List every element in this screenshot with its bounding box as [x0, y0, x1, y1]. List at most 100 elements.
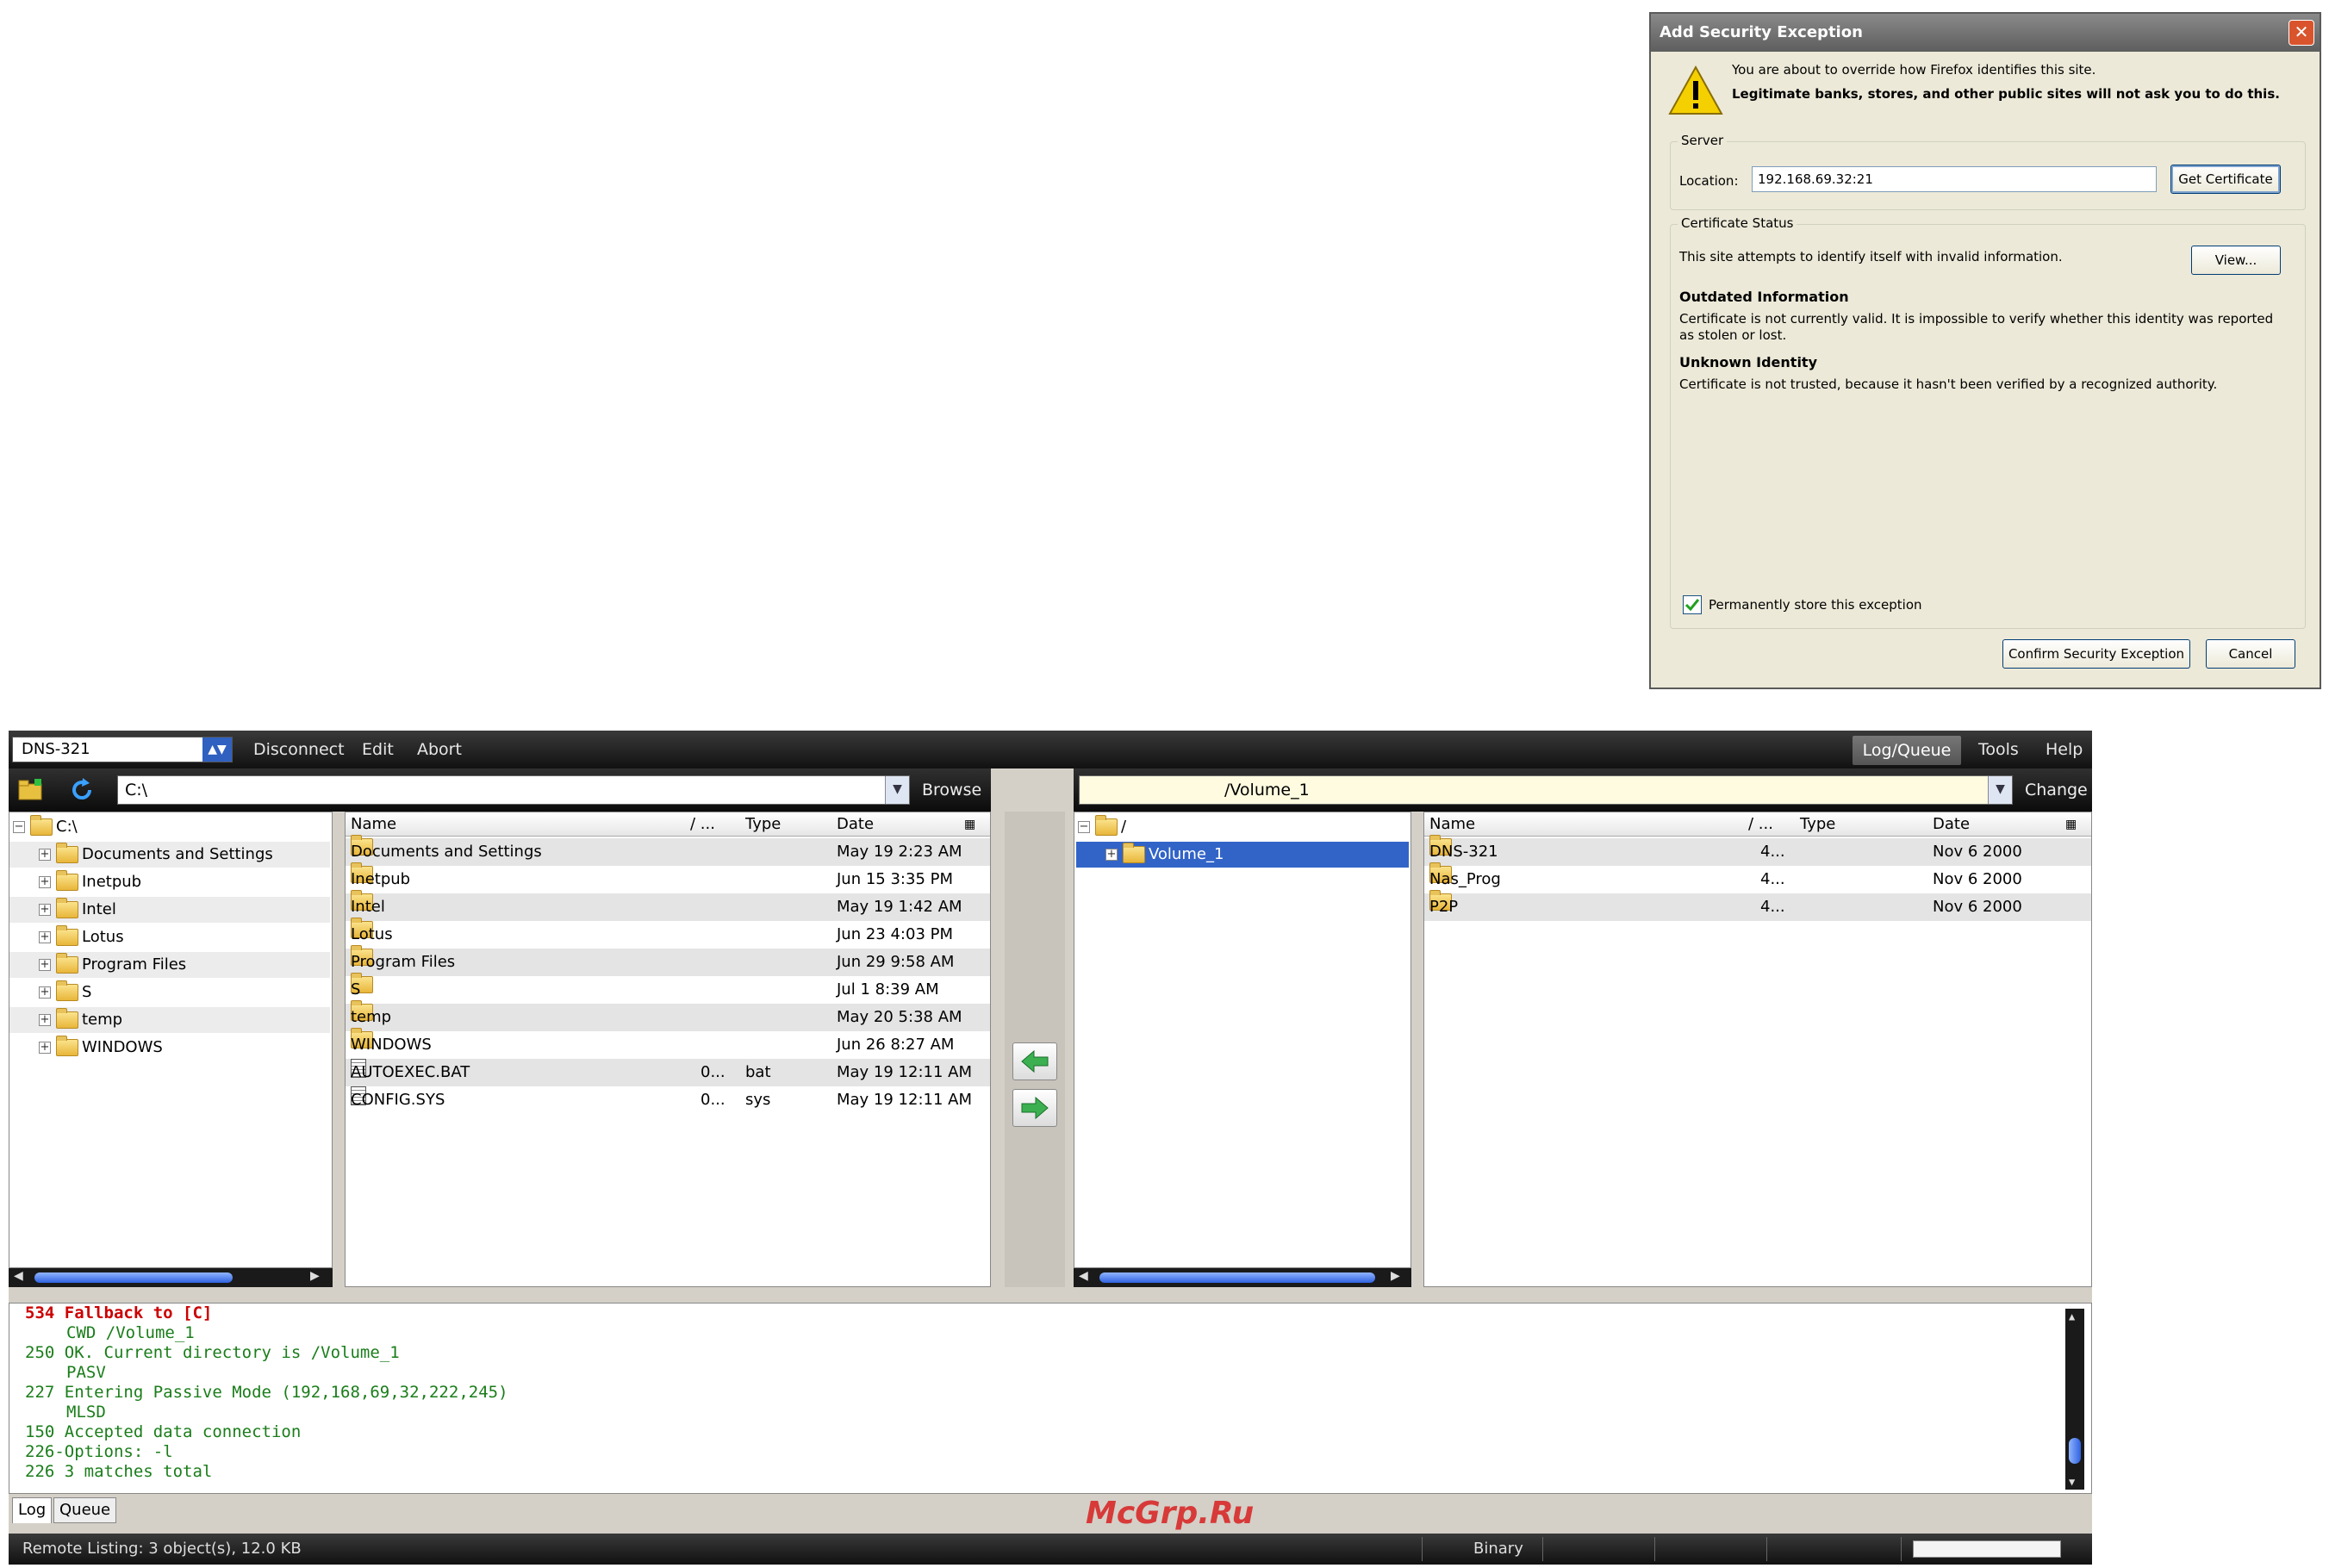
column-size[interactable]: / ... [1748, 812, 1773, 837]
column-name[interactable]: Name [1429, 812, 1475, 837]
tree-item[interactable]: + S [9, 980, 330, 1005]
table-row[interactable]: Lotus Jun 23 4:03 PM [346, 918, 990, 949]
expand-icon[interactable]: + [39, 986, 51, 999]
chevron-down-icon[interactable]: ▼ [885, 776, 909, 804]
column-type[interactable]: Type [1800, 812, 1835, 837]
refresh-icon[interactable] [69, 777, 95, 803]
log-line: CWD /Volume_1 [66, 1323, 195, 1342]
tree-item[interactable]: + temp [9, 1007, 330, 1033]
expand-icon[interactable]: + [39, 876, 51, 888]
file-type: bat [745, 1063, 771, 1081]
intro-text: You are about to override how Firefox id… [1732, 62, 2096, 78]
connection-select[interactable]: DNS-321 ▲▼ [12, 737, 233, 762]
expand-icon[interactable]: + [39, 931, 51, 943]
remote-file-list: Name / ... Type Date ▦ DNS-321 4... Nov 6 … [1423, 812, 2092, 1287]
file-date: May 20 5:38 AM [837, 1008, 962, 1026]
expand-icon[interactable]: + [39, 849, 51, 861]
table-row[interactable]: Intel May 19 1:42 AM [346, 890, 990, 921]
table-row[interactable]: P2P 4... Nov 6 2000 [1424, 890, 2091, 921]
new-folder-icon[interactable] [17, 777, 43, 801]
remote-path-input[interactable]: /Volume_1 ▼ [1079, 775, 2013, 805]
table-row[interactable]: Program Files Jun 29 9:58 AM [346, 945, 990, 976]
folder-icon [1095, 815, 1118, 836]
menu-help[interactable]: Help [2046, 740, 2083, 759]
permanent-checkbox[interactable] [1683, 595, 1702, 614]
get-certificate-button[interactable]: Get Certificate [2170, 165, 2281, 194]
file-date: Jun 15 3:35 PM [837, 870, 953, 888]
file-date: Jun 26 8:27 AM [837, 1036, 955, 1054]
close-icon[interactable]: ✕ [2289, 20, 2314, 46]
collapse-icon[interactable]: − [1078, 821, 1090, 833]
log-line: 250 OK. Current directory is /Volume_1 [25, 1343, 400, 1362]
collapse-icon[interactable]: − [13, 821, 25, 833]
tree-item[interactable]: + Program Files [9, 952, 330, 978]
file-size: 4... [1760, 870, 1785, 888]
folder-icon [1123, 843, 1145, 863]
tab-queue[interactable]: Queue [53, 1497, 117, 1523]
chevron-down-icon[interactable]: ▼ [1988, 776, 2012, 804]
local-path-input[interactable]: C:\ ▼ [117, 775, 910, 805]
upload-button[interactable] [1012, 1089, 1057, 1127]
expand-icon[interactable]: + [39, 1014, 51, 1026]
view-button[interactable]: View... [2191, 246, 2281, 275]
browse-button[interactable]: Browse [922, 781, 981, 800]
column-date[interactable]: Date [837, 812, 874, 837]
table-row[interactable]: Nas_Prog 4... Nov 6 2000 [1424, 862, 2091, 893]
table-row[interactable]: S Jul 1 8:39 AM [346, 973, 990, 1004]
table-row[interactable]: temp May 20 5:38 AM [346, 1000, 990, 1031]
download-button[interactable] [1012, 1042, 1057, 1080]
local-tree-scrollbar[interactable]: ◀ ▶ [9, 1268, 333, 1287]
menu-disconnect[interactable]: Disconnect [253, 740, 345, 759]
tree-item[interactable]: + Intel [9, 897, 330, 923]
local-path-bar: C:\ ▼ Browse [9, 768, 991, 812]
tree-item-remote-root[interactable]: − / [1078, 814, 1126, 840]
file-date: Nov 6 2000 [1933, 870, 2022, 888]
confirm-exception-button[interactable]: Confirm Security Exception [2002, 639, 2190, 669]
menu-abort[interactable]: Abort [417, 740, 462, 759]
tree-item[interactable]: + Documents and Settings [9, 842, 330, 868]
menu-edit[interactable]: Edit [362, 740, 394, 759]
cert-intro-text: This site attempts to identify itself wi… [1679, 249, 2063, 264]
chevron-down-icon[interactable]: ▲▼ [202, 737, 232, 762]
table-row[interactable]: CONFIG.SYS 0... sys May 19 12:11 AM [346, 1086, 990, 1114]
location-label: Location: [1679, 173, 1739, 189]
change-button[interactable]: Change [2025, 781, 2088, 800]
expand-icon[interactable]: + [1105, 849, 1118, 861]
status-text: Remote Listing: 3 object(s), 12.0 KB [22, 1540, 302, 1558]
remote-tree-scrollbar[interactable]: ◀ ▶ [1074, 1268, 1411, 1287]
column-chooser-icon[interactable]: ▦ [2065, 812, 2077, 837]
file-date: Jun 29 9:58 AM [837, 953, 955, 971]
table-row[interactable]: Inetpub Jun 15 3:35 PM [346, 862, 990, 893]
table-row[interactable]: Documents and Settings May 19 2:23 AM [346, 835, 990, 866]
tree-item-volume-1[interactable]: + Volume_1 [1076, 842, 1409, 868]
log-scrollbar[interactable]: ▲ ▼ [2065, 1309, 2084, 1490]
arrow-left-icon [1021, 1049, 1049, 1073]
column-type[interactable]: Type [745, 812, 781, 837]
tree-item[interactable]: + Inetpub [9, 869, 330, 895]
tab-log[interactable]: Log [12, 1497, 53, 1523]
table-row[interactable]: WINDOWS Jun 26 8:27 AM [346, 1028, 990, 1059]
local-list-header: Name / ... Type Date ▦ [346, 812, 990, 837]
transfer-column [1005, 812, 1065, 1287]
expand-icon[interactable]: + [39, 959, 51, 971]
expand-icon[interactable]: + [39, 904, 51, 916]
cancel-button[interactable]: Cancel [2206, 639, 2295, 669]
log-line: 226-Options: -l [25, 1442, 173, 1461]
column-chooser-icon[interactable]: ▦ [964, 812, 975, 837]
tree-item-root[interactable]: − C:\ [13, 814, 78, 840]
menu-tools[interactable]: Tools [1978, 740, 2019, 759]
location-input[interactable]: 192.168.69.32:21 [1752, 166, 2157, 192]
column-name[interactable]: Name [351, 812, 396, 837]
unknown-title: Unknown Identity [1679, 354, 1818, 370]
tab-log-queue[interactable]: Log/Queue [1853, 736, 1961, 765]
column-date[interactable]: Date [1933, 812, 1970, 837]
expand-icon[interactable]: + [39, 1042, 51, 1054]
arrow-right-icon [1021, 1096, 1049, 1120]
table-row[interactable]: DNS-321 4... Nov 6 2000 [1424, 835, 2091, 866]
log-panel: 534 Fallback to [C] CWD /Volume_1 250 OK. … [9, 1303, 2092, 1494]
tree-item[interactable]: + Lotus [9, 924, 330, 950]
tree-item[interactable]: + WINDOWS [9, 1035, 330, 1061]
column-size[interactable]: / ... [690, 812, 715, 837]
transfer-mode: Binary [1473, 1540, 1523, 1558]
table-row[interactable]: AUTOEXEC.BAT 0... bat May 19 12:11 AM [346, 1059, 990, 1086]
